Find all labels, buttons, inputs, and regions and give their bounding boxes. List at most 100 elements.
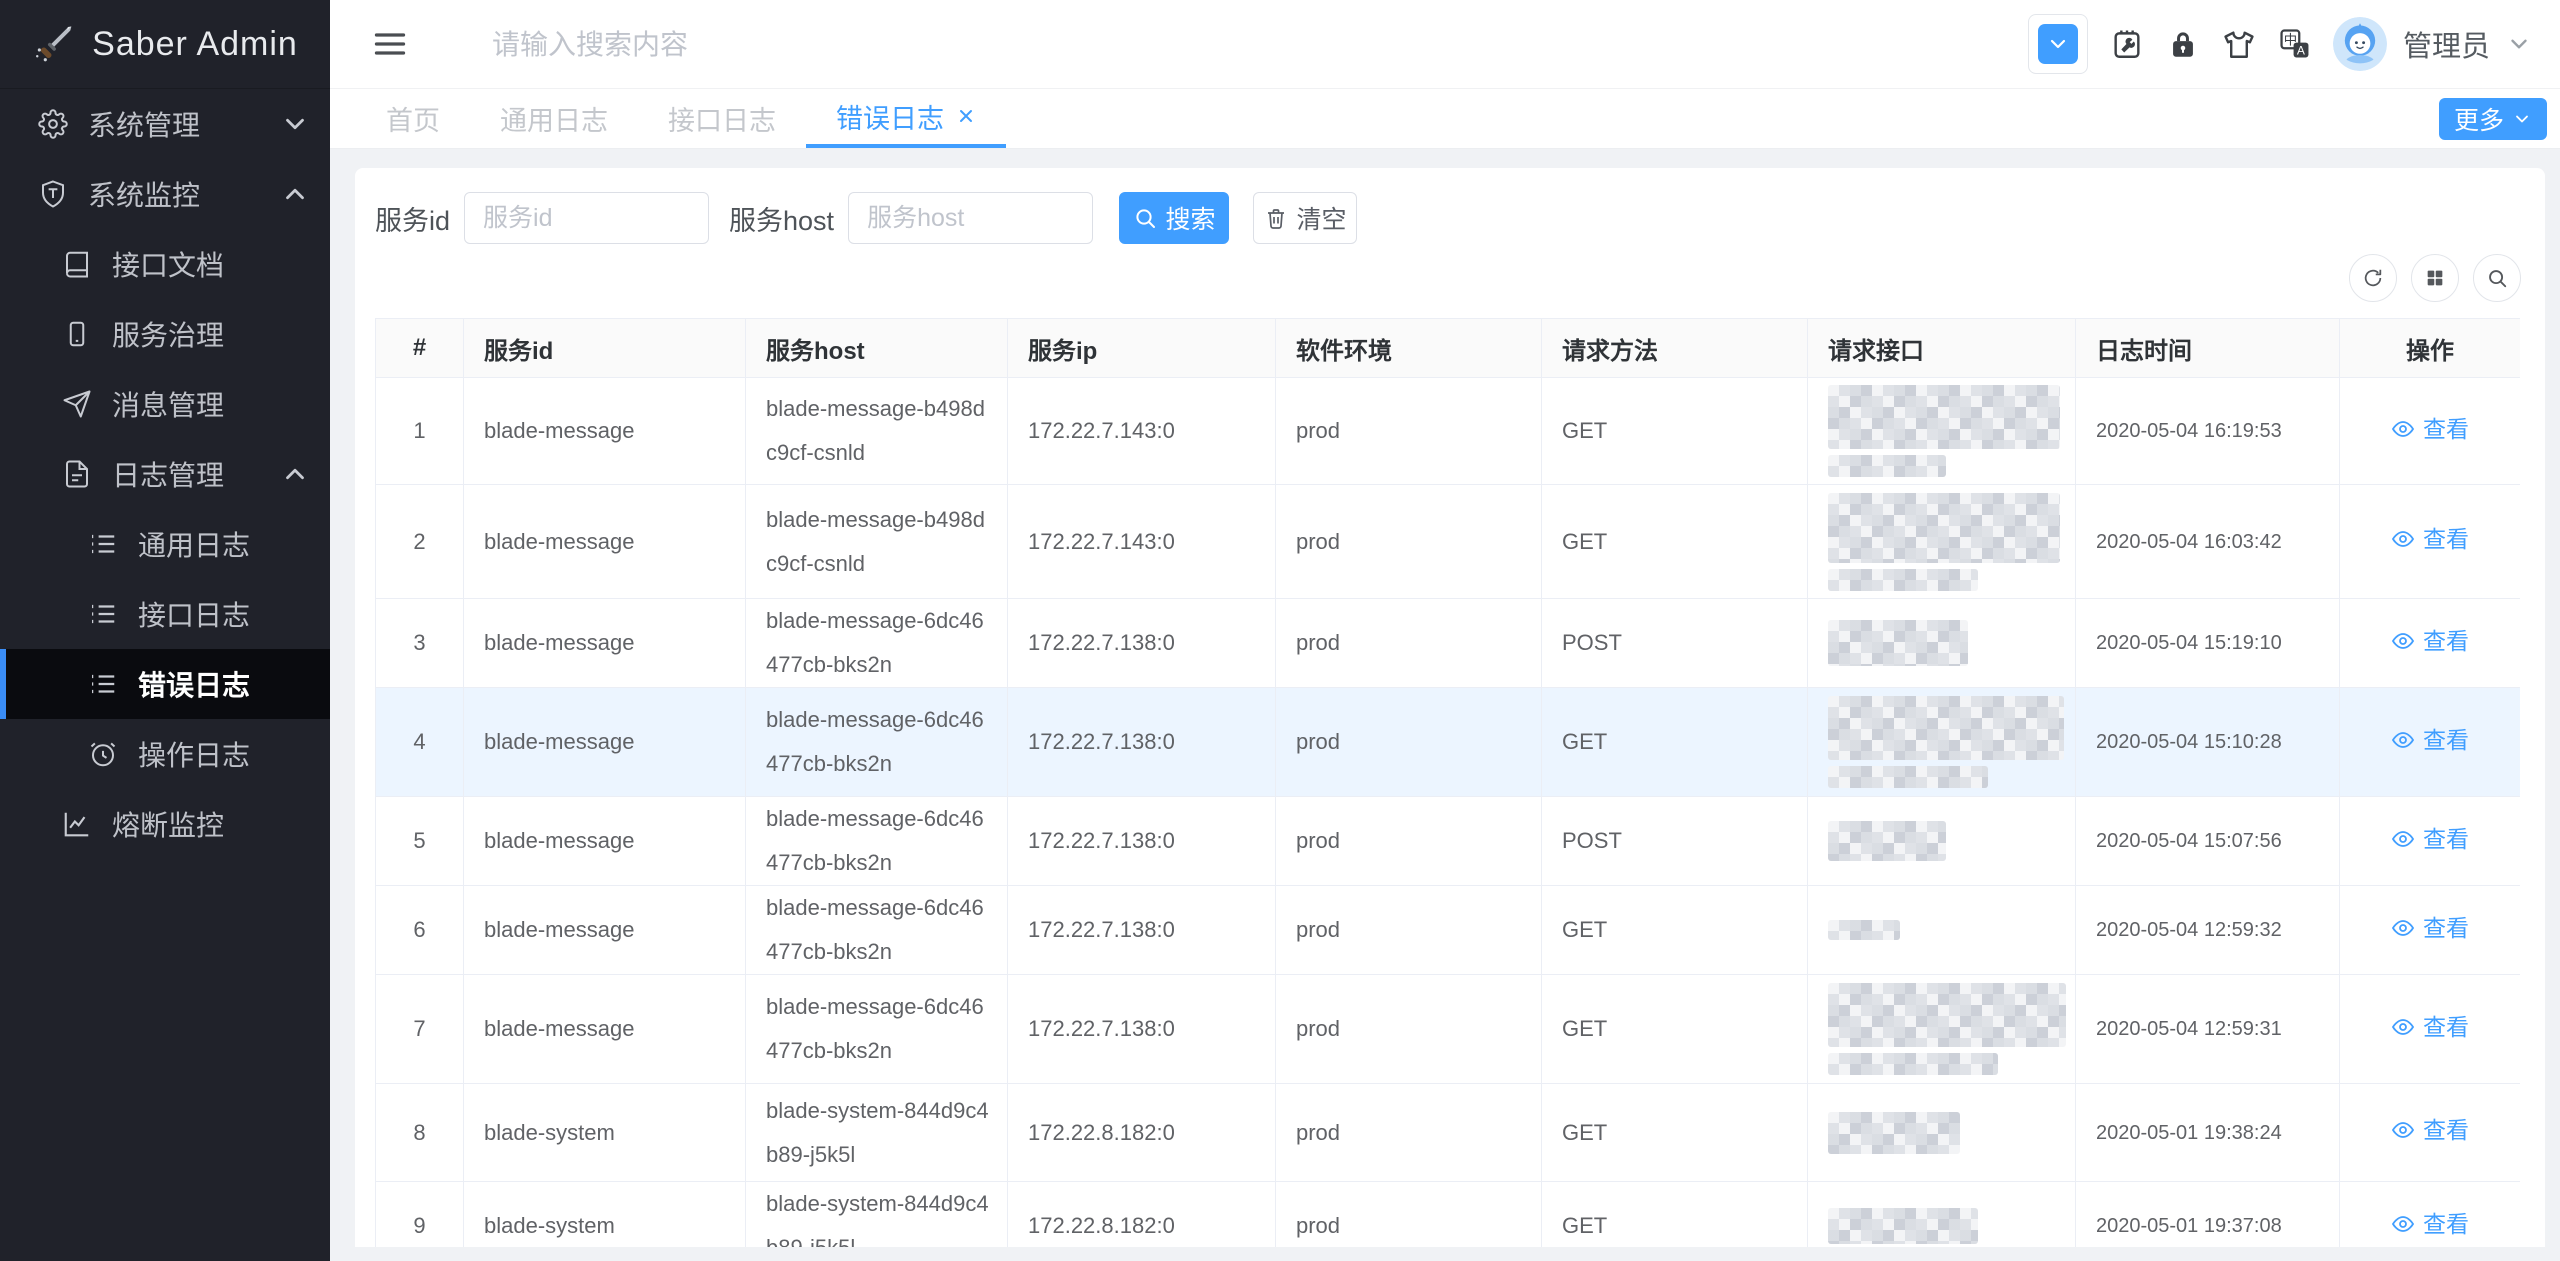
cell-action: 查看 (2340, 886, 2521, 975)
logo[interactable]: Saber Admin (0, 0, 330, 89)
view-link-label: 查看 (2423, 410, 2469, 448)
redacted-mosaic (1828, 1112, 1960, 1154)
column-header-service_id: 服务id (464, 319, 746, 378)
view-link[interactable]: 查看 (2391, 820, 2469, 858)
table-row: 1blade-messageblade-message-b498dc9cf-cs… (376, 378, 2521, 485)
chevron-down-icon (2512, 109, 2532, 129)
cell-method: GET (1542, 1182, 1808, 1248)
table-toolbar (2349, 254, 2521, 302)
sidebar-item-label: 日志管理 (112, 454, 224, 494)
redacted-mosaic (1828, 620, 1968, 666)
view-link[interactable]: 查看 (2391, 1111, 2469, 1149)
cell-env: prod (1276, 1084, 1542, 1182)
cell-action: 查看 (2340, 378, 2521, 485)
view-link[interactable]: 查看 (2391, 622, 2469, 660)
trash-icon (1264, 206, 1288, 230)
global-search-input[interactable] (490, 22, 1014, 68)
sidebar-item-label: 接口日志 (138, 594, 250, 634)
search-icon-button[interactable] (2473, 254, 2521, 302)
clock-icon (88, 739, 118, 769)
view-link-label: 查看 (2423, 909, 2469, 947)
cell-api (1808, 688, 2076, 797)
translate-icon[interactable]: 中A (2278, 27, 2312, 61)
app-title: Saber Admin (92, 25, 298, 64)
cell-index: 7 (376, 975, 464, 1084)
column-header-service_host: 服务host (746, 319, 1008, 378)
eye-icon (2391, 827, 2415, 851)
view-link[interactable]: 查看 (2391, 410, 2469, 448)
more-button[interactable]: 更多 (2439, 98, 2547, 140)
redacted-mosaic (1828, 1053, 1998, 1075)
sidebar-item[interactable]: 熔断监控 (0, 789, 330, 859)
list-icon (88, 669, 118, 699)
cell-service-id: blade-message (464, 378, 746, 485)
sidebar-item[interactable]: 日志管理 (0, 439, 330, 509)
service-id-input[interactable] (464, 192, 709, 244)
user-menu[interactable]: 管理员 (2333, 0, 2532, 88)
view-link-label: 查看 (2423, 1205, 2469, 1243)
cell-service-host: blade-message-b498dc9cf-csnld (746, 378, 1008, 485)
list-icon (88, 529, 118, 559)
redacted-mosaic (1828, 569, 1978, 591)
tab-label: 首页 (386, 99, 440, 138)
tab[interactable]: 通用日志 (470, 88, 638, 148)
view-link-label: 查看 (2423, 622, 2469, 660)
cell-api (1808, 1182, 2076, 1248)
sidebar-item[interactable]: 系统监控 (0, 159, 330, 229)
shield-icon (38, 179, 68, 209)
column-header-index: # (376, 319, 464, 378)
view-link[interactable]: 查看 (2391, 1008, 2469, 1046)
refresh-icon-button[interactable] (2349, 254, 2397, 302)
cell-index: 6 (376, 886, 464, 975)
view-link[interactable]: 查看 (2391, 520, 2469, 558)
table-row: 9blade-systemblade-system-844d9c4b89-j5k… (376, 1182, 2521, 1248)
service-host-label: 服务host (729, 199, 834, 238)
view-link[interactable]: 查看 (2391, 909, 2469, 947)
tshirt-icon[interactable] (2222, 27, 2256, 61)
view-link[interactable]: 查看 (2391, 1205, 2469, 1243)
sidebar-item[interactable]: 操作日志 (0, 719, 330, 789)
cell-env: prod (1276, 688, 1542, 797)
cell-service-ip: 172.22.7.143:0 (1008, 485, 1276, 599)
sidebar-item-label: 系统监控 (88, 174, 200, 214)
tab[interactable]: 接口日志 (638, 88, 806, 148)
service-host-input[interactable] (848, 192, 1093, 244)
cell-action: 查看 (2340, 485, 2521, 599)
clear-button[interactable]: 清空 (1253, 192, 1357, 244)
sidebar-item[interactable]: 接口日志 (0, 579, 330, 649)
cell-env: prod (1276, 1182, 1542, 1248)
table-row: 8blade-systemblade-system-844d9c4b89-j5k… (376, 1084, 2521, 1182)
hamburger-icon[interactable] (372, 26, 408, 62)
cell-time: 2020-05-04 16:19:53 (2076, 378, 2340, 485)
cell-action: 查看 (2340, 688, 2521, 797)
cell-service-host: blade-message-6dc46477cb-bks2n (746, 886, 1008, 975)
lock-icon[interactable] (2166, 27, 2200, 61)
tools-icon[interactable] (2110, 27, 2144, 61)
cell-time: 2020-05-04 12:59:32 (2076, 886, 2340, 975)
content-area: 服务id 服务host 搜索 清空 #服务id服务host服务ip软件环境请求方… (330, 148, 2560, 1261)
sidebar-item[interactable]: 接口文档 (0, 229, 330, 299)
view-link[interactable]: 查看 (2391, 721, 2469, 759)
sidebar-item[interactable]: 系统管理 (0, 89, 330, 159)
sidebar-item[interactable]: 消息管理 (0, 369, 330, 439)
cell-service-host: blade-system-844d9c4b89-j5k5l (746, 1182, 1008, 1248)
sidebar-item[interactable]: 服务治理 (0, 299, 330, 369)
tab[interactable]: 首页 (356, 88, 470, 148)
sidebar-item[interactable]: 错误日志 (0, 649, 330, 719)
redacted-mosaic (1828, 920, 1900, 940)
table-row: 2blade-messageblade-message-b498dc9cf-cs… (376, 485, 2521, 599)
tabbar: 首页通用日志接口日志错误日志 更多 (330, 88, 2560, 149)
redacted-mosaic (1828, 493, 2060, 563)
grid-icon-button[interactable] (2411, 254, 2459, 302)
color-swatch (2038, 24, 2078, 64)
tab[interactable]: 错误日志 (806, 88, 1006, 148)
sidebar-item-label: 操作日志 (138, 734, 250, 774)
clear-button-label: 清空 (1297, 200, 1347, 236)
column-header-method: 请求方法 (1542, 319, 1808, 378)
color-picker-dropdown[interactable] (2028, 14, 2088, 74)
close-icon[interactable] (956, 106, 976, 126)
sword-icon (32, 23, 74, 65)
sidebar-item[interactable]: 通用日志 (0, 509, 330, 579)
search-button[interactable]: 搜索 (1119, 192, 1229, 244)
topbar-icons: 中A (2028, 0, 2368, 88)
